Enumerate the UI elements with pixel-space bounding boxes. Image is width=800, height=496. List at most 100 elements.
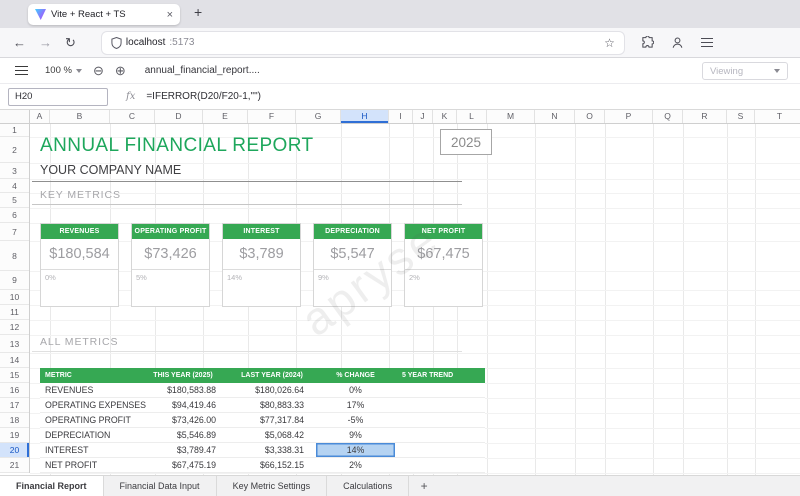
column-header[interactable]: Q (653, 110, 683, 123)
row-header[interactable]: 9 (0, 271, 29, 290)
row-header[interactable]: 13 (0, 335, 29, 353)
column-header[interactable]: N (535, 110, 575, 123)
sheet-tab[interactable]: Financial Data Input (104, 476, 217, 496)
row-header[interactable]: 19 (0, 428, 29, 443)
column-header[interactable]: B (50, 110, 110, 123)
cell-trend[interactable] (395, 383, 485, 397)
cell-metric[interactable]: OPERATING PROFIT (40, 413, 138, 427)
row-header[interactable]: 4 (0, 179, 29, 193)
row-header[interactable]: 2 (0, 137, 29, 163)
select-all-corner[interactable] (0, 110, 30, 124)
cell-reference-input[interactable] (8, 88, 108, 106)
zoom-control[interactable]: 100 % (45, 65, 82, 76)
column-header[interactable]: M (487, 110, 535, 123)
column-header[interactable]: C (110, 110, 155, 123)
browser-tab[interactable]: Vite + React + TS × (28, 4, 180, 25)
table-row[interactable]: DEPRECIATION $5,546.89 $5,068.42 9% (40, 428, 485, 443)
cell-last-year[interactable]: $5,068.42 (228, 428, 316, 442)
cell-metric[interactable]: OPERATING EXPENSES (40, 398, 138, 412)
column-header[interactable]: D (155, 110, 203, 123)
cell-this-year[interactable]: $67,475.19 (138, 458, 228, 472)
cell-trend[interactable] (395, 413, 485, 427)
back-button[interactable]: ← (13, 36, 26, 49)
cell-percent-change[interactable]: 17% (316, 398, 395, 412)
column-header[interactable]: I (389, 110, 413, 123)
tab-close-icon[interactable]: × (167, 9, 173, 21)
cell-percent-change[interactable]: 14% (316, 443, 395, 457)
column-header[interactable]: O (575, 110, 605, 123)
column-header[interactable]: R (683, 110, 727, 123)
row-header[interactable]: 17 (0, 398, 29, 413)
cell-trend[interactable] (395, 443, 485, 457)
row-header[interactable]: 16 (0, 383, 29, 398)
row-header[interactable]: 15 (0, 368, 29, 383)
new-tab-button[interactable]: + (194, 4, 202, 20)
table-row[interactable]: REVENUES $180,583.88 $180,026.64 0% (40, 383, 485, 398)
account-icon[interactable] (671, 36, 684, 49)
url-bar[interactable]: localhost :5173 ☆ (102, 32, 624, 54)
table-row[interactable]: NET PROFIT $67,475.19 $66,152.15 2% (40, 458, 485, 473)
view-mode-dropdown[interactable]: Viewing (702, 62, 788, 80)
zoom-in-button[interactable]: ⊕ (115, 64, 126, 77)
bookmark-star-icon[interactable]: ☆ (604, 36, 615, 50)
column-header[interactable]: F (248, 110, 296, 123)
cell-metric[interactable]: REVENUES (40, 383, 138, 397)
forward-button[interactable]: → (39, 36, 52, 49)
zoom-out-button[interactable]: ⊖ (93, 64, 104, 77)
cell-this-year[interactable]: $5,546.89 (138, 428, 228, 442)
cell-last-year[interactable]: $180,026.64 (228, 383, 316, 397)
row-header[interactable]: 6 (0, 208, 29, 223)
row-header[interactable]: 10 (0, 290, 29, 305)
cell-this-year[interactable]: $94,419.46 (138, 398, 228, 412)
cell-percent-change[interactable]: 2% (316, 458, 395, 472)
cell-metric[interactable]: NET PROFIT (40, 458, 138, 472)
row-header[interactable]: 8 (0, 241, 29, 271)
column-header[interactable]: K (433, 110, 457, 123)
column-header[interactable]: T (755, 110, 800, 123)
column-header[interactable]: J (413, 110, 433, 123)
cell-this-year[interactable]: $180,583.88 (138, 383, 228, 397)
column-header[interactable]: A (30, 110, 50, 123)
row-header[interactable]: 5 (0, 193, 29, 208)
sheet-tab[interactable]: Financial Report (0, 476, 104, 496)
row-header[interactable]: 18 (0, 413, 29, 428)
metric-card[interactable]: DEPRECIATION $5,547 9% (313, 223, 392, 307)
cell-trend[interactable] (395, 428, 485, 442)
cell-last-year[interactable]: $80,883.33 (228, 398, 316, 412)
column-header[interactable]: L (457, 110, 487, 123)
cell-percent-change[interactable]: 9% (316, 428, 395, 442)
column-header[interactable]: P (605, 110, 653, 123)
menu-icon[interactable] (701, 38, 713, 47)
row-header[interactable]: 12 (0, 320, 29, 335)
cell-metric[interactable]: DEPRECIATION (40, 428, 138, 442)
table-row[interactable]: INTEREST $3,789.47 $3,338.31 14% (40, 443, 485, 458)
row-header[interactable]: 11 (0, 305, 29, 320)
column-header[interactable]: E (203, 110, 248, 123)
cell-metric[interactable]: INTEREST (40, 443, 138, 457)
cell-last-year[interactable]: $3,338.31 (228, 443, 316, 457)
formula-text[interactable]: =IFERROR(D20/F20-1,"") (146, 91, 261, 102)
cell-trend[interactable] (395, 398, 485, 412)
app-menu-icon[interactable] (15, 66, 28, 75)
sheet-tab[interactable]: Key Metric Settings (217, 476, 328, 496)
metric-card[interactable]: NET PROFIT $67,475 2% (404, 223, 483, 307)
cell-percent-change[interactable]: -5% (316, 413, 395, 427)
column-header[interactable]: S (727, 110, 755, 123)
row-header[interactable]: 7 (0, 223, 29, 241)
cell-trend[interactable] (395, 458, 485, 472)
metric-card[interactable]: OPERATING PROFIT $73,426 5% (131, 223, 210, 307)
table-row[interactable]: OPERATING EXPENSES $94,419.46 $80,883.33… (40, 398, 485, 413)
cell-this-year[interactable]: $3,789.47 (138, 443, 228, 457)
metric-card[interactable]: INTEREST $3,789 14% (222, 223, 301, 307)
cell-last-year[interactable]: $77,317.84 (228, 413, 316, 427)
row-header[interactable]: 1 (0, 124, 29, 137)
row-header[interactable]: 14 (0, 353, 29, 368)
row-header[interactable]: 20 (0, 443, 29, 458)
reload-button[interactable]: ↻ (65, 36, 76, 49)
column-header[interactable]: G (296, 110, 341, 123)
cell-percent-change[interactable]: 0% (316, 383, 395, 397)
sheet-tab[interactable]: Calculations (327, 476, 409, 496)
extensions-icon[interactable] (641, 36, 654, 49)
table-row[interactable]: OPERATING PROFIT $73,426.00 $77,317.84 -… (40, 413, 485, 428)
add-sheet-button[interactable]: + (409, 476, 439, 496)
